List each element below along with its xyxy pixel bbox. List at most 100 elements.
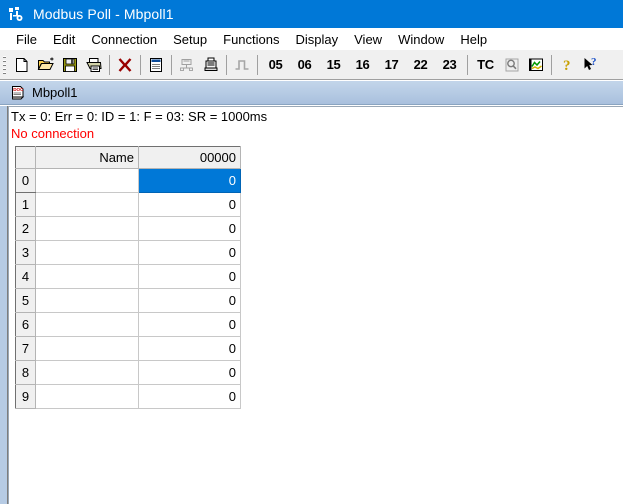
help-icon: ? xyxy=(563,58,571,74)
pulse-button[interactable] xyxy=(230,53,254,77)
mdi-child-titlebar[interactable]: DOC Mbpoll1 xyxy=(0,81,623,105)
table-row[interactable]: 1 0 xyxy=(15,192,241,217)
svg-text:DOC: DOC xyxy=(13,87,24,92)
register-data-grid[interactable]: Name 00000 0 0 1 0 2 0 3 0 4 0 5 0 6 0 7… xyxy=(15,146,241,409)
function-code-17[interactable]: 17 xyxy=(377,53,406,77)
cell-name[interactable] xyxy=(35,264,139,289)
table-row[interactable]: 3 0 xyxy=(15,240,241,265)
function-code-23[interactable]: 23 xyxy=(435,53,464,77)
magnifier-button[interactable] xyxy=(500,53,524,77)
table-header-row: Name 00000 xyxy=(15,146,241,169)
grid-corner-header[interactable] xyxy=(15,146,36,169)
menu-item-view[interactable]: View xyxy=(346,30,390,49)
connection-status: No connection xyxy=(11,126,95,141)
column-header-name[interactable]: Name xyxy=(35,146,139,169)
mdi-child-window-mbpoll1: DOC Mbpoll1 Tx = 0: Err = 0: ID = 1: F =… xyxy=(0,81,623,504)
row-header[interactable]: 2 xyxy=(15,216,36,241)
toolbar-separator xyxy=(109,54,110,75)
row-header[interactable]: 3 xyxy=(15,240,36,265)
toolbar-grip[interactable] xyxy=(3,55,6,74)
chart-button[interactable] xyxy=(524,53,548,77)
table-row[interactable]: 6 0 xyxy=(15,312,241,337)
document-icon: DOC xyxy=(10,85,26,101)
table-row[interactable]: 8 0 xyxy=(15,360,241,385)
table-row[interactable]: 4 0 xyxy=(15,264,241,289)
function-code-06[interactable]: 06 xyxy=(290,53,319,77)
toolbar-separator xyxy=(140,54,141,75)
disconnect-icon xyxy=(204,57,218,71)
row-header[interactable]: 5 xyxy=(15,288,36,313)
cell-name[interactable] xyxy=(35,360,139,385)
row-header[interactable]: 7 xyxy=(15,336,36,361)
svg-text:?: ? xyxy=(591,56,597,68)
modbus-poll-window: Modbus Poll - Mbpoll1 File Edit Connecti… xyxy=(0,0,623,504)
cell-value[interactable]: 0 xyxy=(138,240,241,265)
function-code-05[interactable]: 05 xyxy=(261,53,290,77)
row-header[interactable]: 0 xyxy=(15,168,36,193)
function-code-22[interactable]: 22 xyxy=(406,53,435,77)
print-button[interactable] xyxy=(82,53,106,77)
cell-value[interactable]: 0 xyxy=(138,168,241,193)
cell-name[interactable] xyxy=(35,384,139,409)
cell-name[interactable] xyxy=(35,288,139,313)
context-help-button[interactable]: ? xyxy=(579,53,603,77)
open-button[interactable] xyxy=(34,53,58,77)
menu-item-help[interactable]: Help xyxy=(452,30,495,49)
cell-value[interactable]: 0 xyxy=(138,312,241,337)
cell-name[interactable] xyxy=(35,336,139,361)
chart-icon xyxy=(529,58,543,71)
toolbar-separator xyxy=(467,54,468,75)
help-button[interactable]: ? xyxy=(555,53,579,77)
cell-value[interactable]: 0 xyxy=(138,264,241,289)
menu-item-file[interactable]: File xyxy=(8,30,45,49)
cell-value[interactable]: 0 xyxy=(138,192,241,217)
menu-item-connection[interactable]: Connection xyxy=(83,30,165,49)
test-center-button[interactable]: TC xyxy=(471,53,500,77)
svg-text:?: ? xyxy=(563,58,571,74)
cell-name[interactable] xyxy=(35,312,139,337)
save-button[interactable] xyxy=(58,53,82,77)
row-header[interactable]: 9 xyxy=(15,384,36,409)
pulse-icon xyxy=(235,59,249,70)
row-header[interactable]: 4 xyxy=(15,264,36,289)
mdi-child-left-edge xyxy=(0,106,8,504)
connect-button[interactable] xyxy=(175,53,199,77)
function-code-15[interactable]: 15 xyxy=(319,53,348,77)
cell-name[interactable] xyxy=(35,168,139,193)
mdi-child-title: Mbpoll1 xyxy=(32,84,78,100)
new-button[interactable] xyxy=(10,53,34,77)
mdi-client-area: DOC Mbpoll1 Tx = 0: Err = 0: ID = 1: F =… xyxy=(0,81,623,504)
function-code-16[interactable]: 16 xyxy=(348,53,377,77)
column-header-address[interactable]: 00000 xyxy=(138,146,241,169)
row-header[interactable]: 1 xyxy=(15,192,36,217)
delete-button[interactable] xyxy=(113,53,137,77)
cell-value[interactable]: 0 xyxy=(138,336,241,361)
read-write-definition-icon xyxy=(150,57,162,72)
row-header[interactable]: 8 xyxy=(15,360,36,385)
cell-value[interactable]: 0 xyxy=(138,216,241,241)
cell-value[interactable]: 0 xyxy=(138,360,241,385)
toolbar-separator xyxy=(551,54,552,75)
table-row[interactable]: 9 0 xyxy=(15,384,241,409)
cell-name[interactable] xyxy=(35,216,139,241)
toolbar-separator xyxy=(257,54,258,75)
toolbar-separator xyxy=(171,54,172,75)
cell-value[interactable]: 0 xyxy=(138,288,241,313)
row-header[interactable]: 6 xyxy=(15,312,36,337)
mdi-child-client-area: Tx = 0: Err = 0: ID = 1: F = 03: SR = 10… xyxy=(8,106,623,504)
cell-name[interactable] xyxy=(35,192,139,217)
open-icon xyxy=(37,57,54,70)
table-row[interactable]: 0 0 xyxy=(15,168,241,193)
menu-item-window[interactable]: Window xyxy=(390,30,452,49)
disconnect-button[interactable] xyxy=(199,53,223,77)
cell-name[interactable] xyxy=(35,240,139,265)
table-row[interactable]: 2 0 xyxy=(15,216,241,241)
menu-item-display[interactable]: Display xyxy=(288,30,347,49)
menu-item-edit[interactable]: Edit xyxy=(45,30,83,49)
cell-value[interactable]: 0 xyxy=(138,384,241,409)
table-row[interactable]: 7 0 xyxy=(15,336,241,361)
menu-item-setup[interactable]: Setup xyxy=(165,30,215,49)
read-write-definition-button[interactable] xyxy=(144,53,168,77)
table-row[interactable]: 5 0 xyxy=(15,288,241,313)
menu-item-functions[interactable]: Functions xyxy=(215,30,287,49)
